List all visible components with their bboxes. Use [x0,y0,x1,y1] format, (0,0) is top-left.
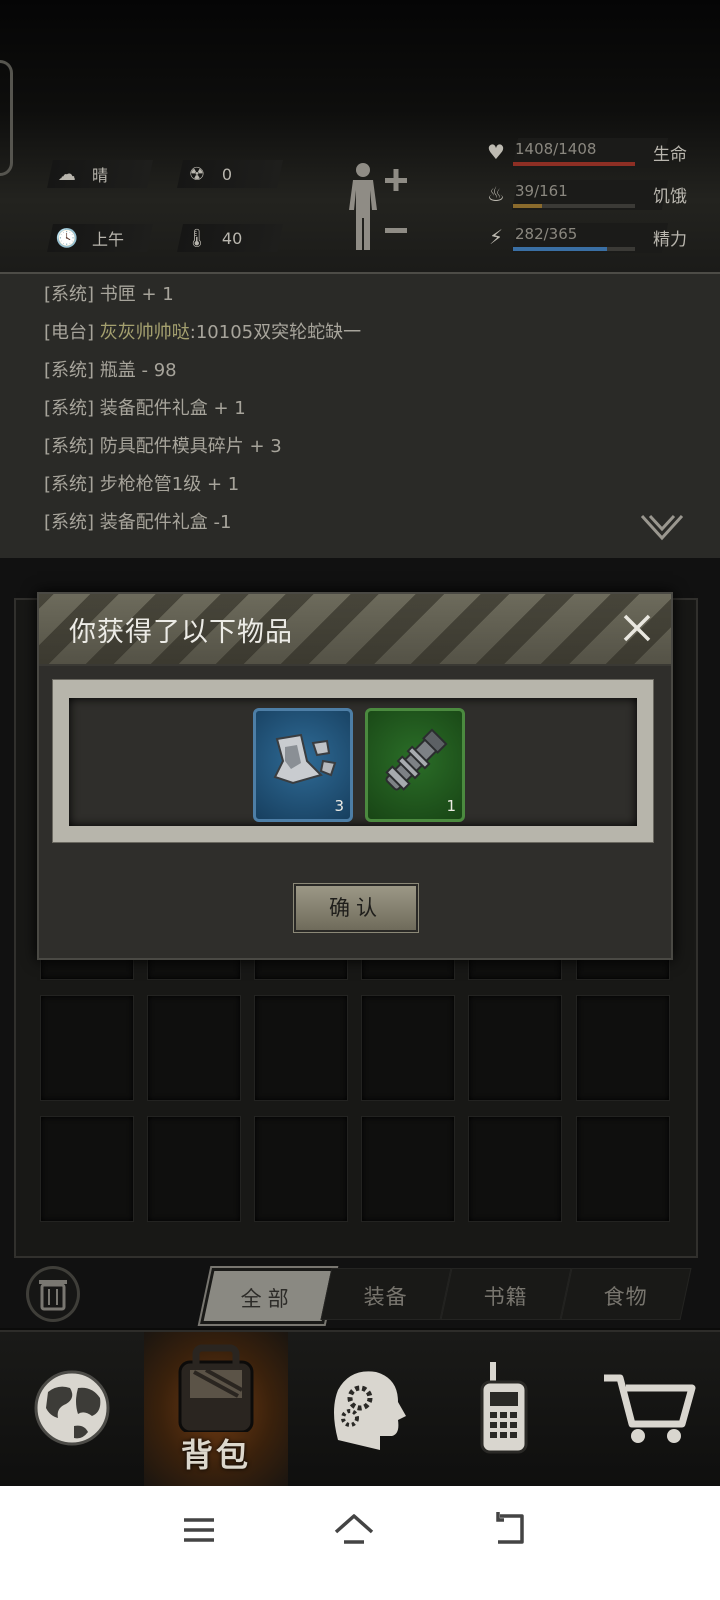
energy-label: 精力 [653,230,687,250]
log-line: [系统] 瓶盖 - 98 [44,356,177,382]
log-text: 装备配件礼盒 -1 [99,512,232,533]
system-nav-bar [0,1486,720,1600]
back-icon[interactable] [490,1508,534,1552]
vital-energy: ⚡ 282/365 精力 [475,223,687,257]
reward-item-rifle-barrel[interactable]: 1 [365,708,465,822]
log-text: :10105双突轮蛇缺一 [189,322,362,343]
temperature-value: 40 [222,228,243,248]
backpack-icon [178,1344,254,1434]
log-tag: [系统] [44,512,95,533]
home-icon[interactable] [332,1508,376,1552]
log-line: [系统] 装备配件礼盒 -1 [44,508,231,534]
reward-dialog: 你获得了以下物品 3 1 确认 [37,592,673,960]
game-nav-bar: 背包 [0,1330,720,1488]
nav-shop[interactable] [576,1332,720,1486]
heart-icon: ♥ [487,140,505,164]
log-text: 防具配件模具碎片 + 3 [99,436,282,457]
dialog-title: 你获得了以下物品 [69,617,293,648]
cloud-icon: ☁ [58,163,76,185]
hunger-value: 39/161 [515,182,568,200]
status-panel: ☁ 晴 ☢ 0 🕓 上午 🌡 40 ♥ 1408/1408 生命 ♨ 39/16… [0,0,720,280]
stomach-icon: ♨ [487,182,505,206]
temperature-status: 🌡 40 [177,224,283,252]
energy-value: 282/365 [515,225,578,243]
dialog-header: 你获得了以下物品 [39,594,671,666]
body-status-button[interactable] [345,158,415,258]
side-panel-tab[interactable] [0,60,13,176]
item-count: 1 [446,797,456,815]
log-tag: [系统] [44,436,95,457]
thermometer-icon: 🌡 [185,227,209,249]
log-tag: [电台] [44,322,95,343]
item-count: 3 [334,797,344,815]
log-tag: [系统] [44,474,95,495]
weather-value: 晴 [92,166,109,185]
reward-item-armor-mold-fragment[interactable]: 3 [253,708,353,822]
health-value: 1408/1408 [515,140,597,158]
head-gears-icon [334,1371,406,1450]
confirm-button[interactable]: 确认 [294,884,418,932]
weather-status: ☁ 晴 [47,160,153,188]
rifle-barrel-icon [385,728,448,791]
log-tag: [系统] [44,360,95,381]
time-status: 🕓 上午 [47,224,153,252]
nav-backpack[interactable]: 背包 [144,1332,288,1486]
message-log[interactable]: [系统] 书匣 + 1 [电台] 灰灰帅帅哒:10105双突轮蛇缺一 [系统] … [0,272,720,560]
log-line: [电台] 灰灰帅帅哒:10105双突轮蛇缺一 [44,318,361,344]
log-text: 瓶盖 - 98 [99,360,177,381]
menu-icon[interactable] [178,1508,222,1552]
radiation-value: 0 [222,164,233,184]
nav-backpack-label: 背包 [180,1436,251,1474]
health-label: 生命 [653,145,687,165]
walkie-talkie-icon [480,1362,528,1454]
reward-items-box: 3 1 [52,679,654,843]
nav-skills[interactable] [288,1332,432,1486]
log-line: [系统] 防具配件模具碎片 + 3 [44,432,282,458]
radiation-icon: ☢ [188,163,206,185]
hunger-label: 饥饿 [653,187,687,207]
vital-hunger: ♨ 39/161 饥饿 [475,180,687,214]
energy-bar [513,247,607,251]
globe-icon [34,1370,110,1446]
log-line: [系统] 装备配件礼盒 + 1 [44,394,246,420]
log-text: 装备配件礼盒 + 1 [99,398,246,419]
health-bar [513,162,635,166]
shopping-cart-icon [604,1374,696,1443]
clock-icon: 🕓 [55,227,79,249]
radiation-status: ☢ 0 [177,160,283,188]
energy-icon: ⚡ [488,225,504,249]
hunger-bar [513,204,543,208]
vital-health: ♥ 1408/1408 生命 [475,138,687,172]
log-tag: [系统] [44,398,95,419]
expand-log-chevron-icon[interactable] [640,512,684,542]
log-text: 步枪枪管1级 + 1 [99,474,240,495]
nav-world-map[interactable] [0,1332,144,1486]
close-icon[interactable] [619,610,655,646]
nav-radio[interactable] [432,1332,576,1486]
log-player-name[interactable]: 灰灰帅帅哒 [100,322,190,343]
time-value: 上午 [92,230,125,249]
log-line-partial: [系统] 书匣 + 1 [44,284,174,305]
log-line: [系统] 步枪枪管1级 + 1 [44,470,239,496]
armor-fragment-icon [273,733,337,785]
